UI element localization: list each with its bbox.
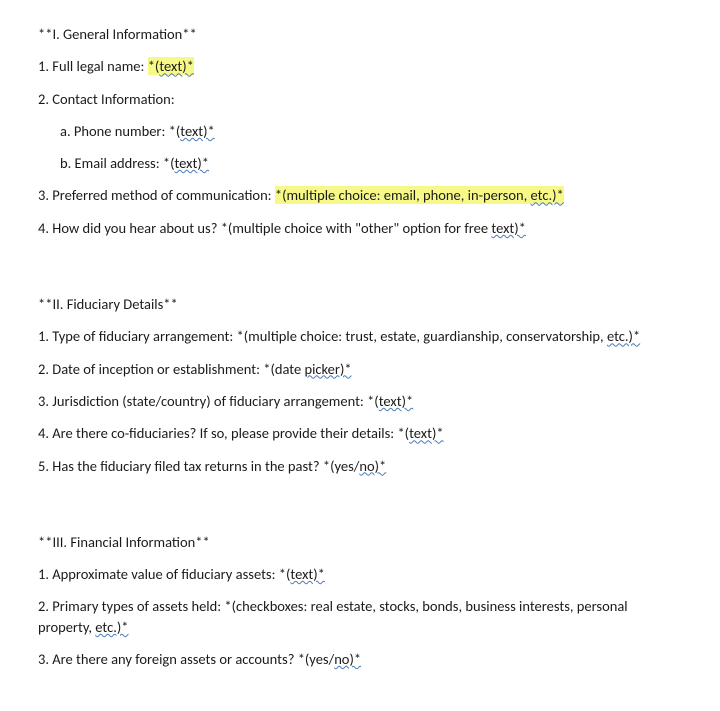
spellcheck-underline: no)*	[334, 650, 361, 668]
list-item: 1. Full legal name: *(text)*	[38, 56, 682, 76]
spellcheck-underline: no)*	[359, 457, 386, 475]
item-number: 3.	[38, 186, 49, 204]
sub-item-label: b.	[60, 154, 71, 172]
sub-list-item: b. Email address: *(text)*	[60, 153, 682, 173]
sub-list-item: a. Phone number: *(text)*	[60, 121, 682, 141]
list-item: 5. Has the fiduciary filed tax returns i…	[38, 456, 682, 476]
spellcheck-underline: etc.)*	[531, 186, 564, 204]
spellcheck-underline: text)*	[159, 57, 194, 75]
item-number: 1.	[38, 57, 49, 75]
item-text: Are there co-fiduciaries? If so, please …	[49, 424, 409, 442]
item-text: Has the fiduciary filed tax returns in t…	[49, 457, 359, 475]
section-heading: **I. General Information**	[38, 24, 682, 44]
item-number: 1.	[38, 327, 49, 345]
list-item: 2. Primary types of assets held: *(check…	[38, 596, 682, 637]
section-heading: **II. Fiduciary Details**	[38, 294, 682, 314]
highlighted-text: *(multiple choice: email, phone, in-pers…	[275, 186, 564, 204]
section-heading: **III. Financial Information**	[38, 532, 682, 552]
section-gap	[38, 488, 682, 506]
spellcheck-underline: text)*	[491, 219, 526, 237]
item-text: Type of fiduciary arrangement: *(multipl…	[49, 327, 607, 345]
item-number: 3.	[38, 392, 49, 410]
item-text: Are there any foreign assets or accounts…	[49, 650, 334, 668]
spellcheck-underline: text)*	[409, 424, 444, 442]
list-item: 4. How did you hear about us? *(multiple…	[38, 218, 682, 238]
list-item: 3. Jurisdiction (state/country) of fiduc…	[38, 391, 682, 411]
item-number: 3.	[38, 650, 49, 668]
list-item: 2. Date of inception or establishment: *…	[38, 359, 682, 379]
list-item: 2. Contact Information:	[38, 89, 682, 109]
list-item: 1. Type of fiduciary arrangement: *(mult…	[38, 326, 682, 346]
item-text: Date of inception or establishment: *(da…	[49, 360, 304, 378]
highlight-plain: *(	[148, 57, 160, 75]
item-number: 4.	[38, 219, 49, 237]
spellcheck-underline: text)*	[290, 565, 325, 583]
document-body: **I. General Information** 1. Full legal …	[38, 24, 682, 669]
list-item: 3. Preferred method of communication: *(…	[38, 185, 682, 205]
item-number: 2.	[38, 90, 49, 108]
list-item: 1. Approximate value of fiduciary assets…	[38, 564, 682, 584]
highlight-plain: *(multiple choice: email, phone, in-pers…	[275, 186, 531, 204]
item-text: Approximate value of fiduciary assets: *…	[49, 565, 290, 583]
sub-item-label: a.	[60, 122, 71, 140]
item-text: Full legal name:	[49, 57, 148, 75]
spellcheck-underline: picker)*	[304, 360, 351, 378]
section-gap	[38, 250, 682, 268]
list-item: 3. Are there any foreign assets or accou…	[38, 649, 682, 669]
highlighted-text: *(text)*	[148, 57, 194, 75]
spellcheck-underline: text)*	[379, 392, 414, 410]
item-number: 2.	[38, 597, 49, 615]
spellcheck-underline: etc.)*	[607, 327, 640, 345]
item-text: Contact Information:	[49, 90, 175, 108]
item-number: 4.	[38, 424, 49, 442]
spellcheck-underline: etc.)*	[95, 618, 128, 636]
spellcheck-underline: text)*	[174, 154, 209, 172]
item-text: Preferred method of communication:	[49, 186, 275, 204]
item-number: 5.	[38, 457, 49, 475]
item-text: Jurisdiction (state/country) of fiduciar…	[49, 392, 379, 410]
item-number: 1.	[38, 565, 49, 583]
spellcheck-underline: text)*	[180, 122, 215, 140]
item-text: Email address: *(	[71, 154, 174, 172]
item-text: Phone number: *(	[71, 122, 181, 140]
list-item: 4. Are there co-fiduciaries? If so, plea…	[38, 423, 682, 443]
item-number: 2.	[38, 360, 49, 378]
item-text: How did you hear about us? *(multiple ch…	[49, 219, 491, 237]
